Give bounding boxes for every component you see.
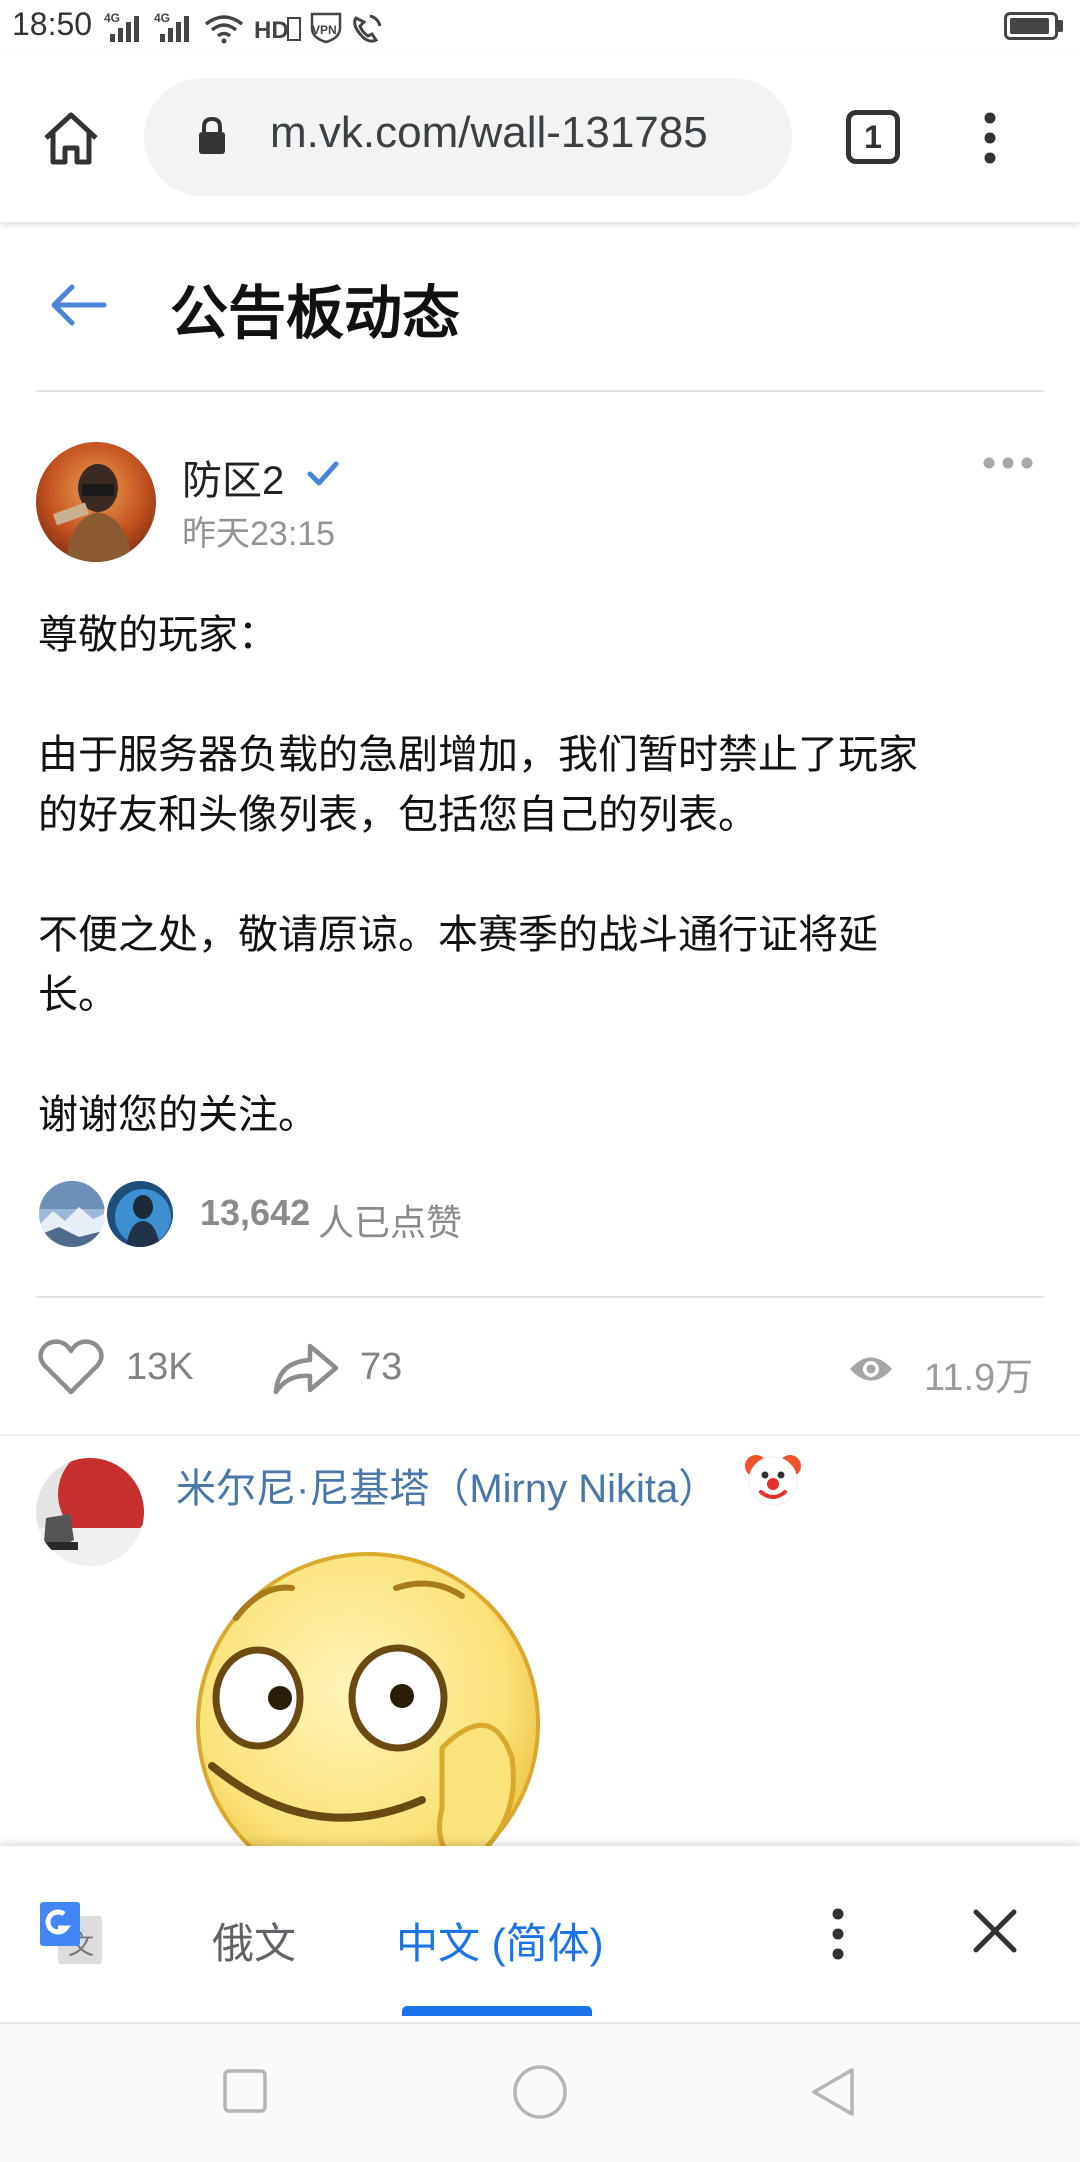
post-text-line: 由于服务器负载的急剧增加，我们暂时禁止了玩家 [38,733,918,777]
section-divider [0,1434,1080,1436]
hd-label: HD [254,17,289,44]
address-bar[interactable]: m.vk.com/wall-131785 [144,78,792,196]
post-text-line: 的好友和头像列表，包括您自己的列表。 [38,793,758,837]
lock-icon [196,116,228,156]
heart-icon [38,1339,104,1395]
liker-avatar[interactable] [104,1178,176,1250]
source-language-tab[interactable]: 俄文 [212,1910,296,1971]
tab-switcher-button[interactable]: 1 [846,110,900,164]
back-button[interactable] [46,280,110,330]
commenter-avatar[interactable] [36,1458,144,1566]
author-avatar[interactable] [36,442,156,562]
close-icon [973,1909,1017,1953]
more-horizontal-icon [983,457,1033,469]
active-tab-indicator [402,2006,592,2016]
like-button[interactable] [36,1338,106,1398]
browser-toolbar: m.vk.com/wall-131785 1 [0,56,1080,222]
share-count[interactable]: 73 [360,1346,402,1389]
likes-label: 人已点赞 [318,1202,463,1243]
triangle-back-icon [812,2068,854,2116]
translate-bar: 文 俄文 中文 (简体) [0,1846,1080,2022]
wifi-icon [204,15,244,44]
post-text-line: 谢谢您的关注。 [38,1093,318,1137]
commenter-name[interactable]: 米尔尼·尼基塔（Mirny Nikita） [176,1456,718,1514]
battery-icon [1004,12,1058,40]
views-count: 11.9万 [924,1357,1034,1399]
status-time: 18:50 [12,6,93,42]
target-language-tab[interactable]: 中文 (简体) [396,1910,604,1971]
back-nav-button[interactable] [808,2066,858,2118]
vpn-label: VPN [312,23,337,37]
likes-count[interactable]: 13,642 [200,1192,310,1234]
page-title: 公告板动态 [170,281,461,346]
post-text-line: 尊敬的玩家： [38,613,278,657]
status-bar: 18:50 4G 4G HD VPN [0,0,1080,56]
circle-icon [513,2065,567,2119]
call-icon [353,14,382,43]
hd-icon: HD [254,17,301,44]
4g-signal-icon: 4G [154,11,189,42]
status-icons: 4G 4G HD VPN [104,10,394,46]
verified-icon [306,458,340,488]
like-count[interactable]: 13K [126,1346,194,1389]
emoji-sticker[interactable] [192,1548,552,1846]
google-translate-icon[interactable]: 文 [38,1900,106,1968]
share-arrow-icon [273,1343,339,1395]
clown-emoji-icon [744,1450,802,1508]
vertical-dots-icon [832,1908,844,1960]
home-nav-button[interactable] [512,2064,568,2120]
square-icon [223,2069,267,2113]
browser-menu-button[interactable] [982,112,998,164]
eye-icon [848,1352,894,1386]
post-time[interactable]: 昨天23:15 [182,506,335,555]
liker-avatar[interactable] [36,1178,108,1250]
share-button[interactable] [270,1340,342,1398]
home-button[interactable] [40,110,102,168]
author-name[interactable]: 防区2 [182,448,284,506]
4g-label: 4G [154,11,170,25]
post-options-button[interactable] [982,456,1034,470]
post-text-line: 长。 [38,973,118,1017]
system-navigation-bar [0,2022,1080,2162]
translate-close-button[interactable] [972,1908,1018,1954]
home-icon [44,112,98,165]
actions-divider [36,1296,1044,1298]
4g-signal-icon: 4G [104,11,139,42]
vpn-icon: VPN [310,12,342,44]
battery-tip [1058,20,1063,32]
header-divider [36,390,1044,392]
post-text-line: 不便之处，敬请原谅。本赛季的战斗通行证将延 [38,913,878,957]
4g-label: 4G [104,11,120,25]
translate-menu-button[interactable] [830,1908,846,1960]
back-arrow-icon [51,284,107,326]
vertical-dots-icon [984,112,996,164]
url-text[interactable]: m.vk.com/wall-131785 [270,108,780,158]
recent-apps-button[interactable] [222,2068,268,2114]
